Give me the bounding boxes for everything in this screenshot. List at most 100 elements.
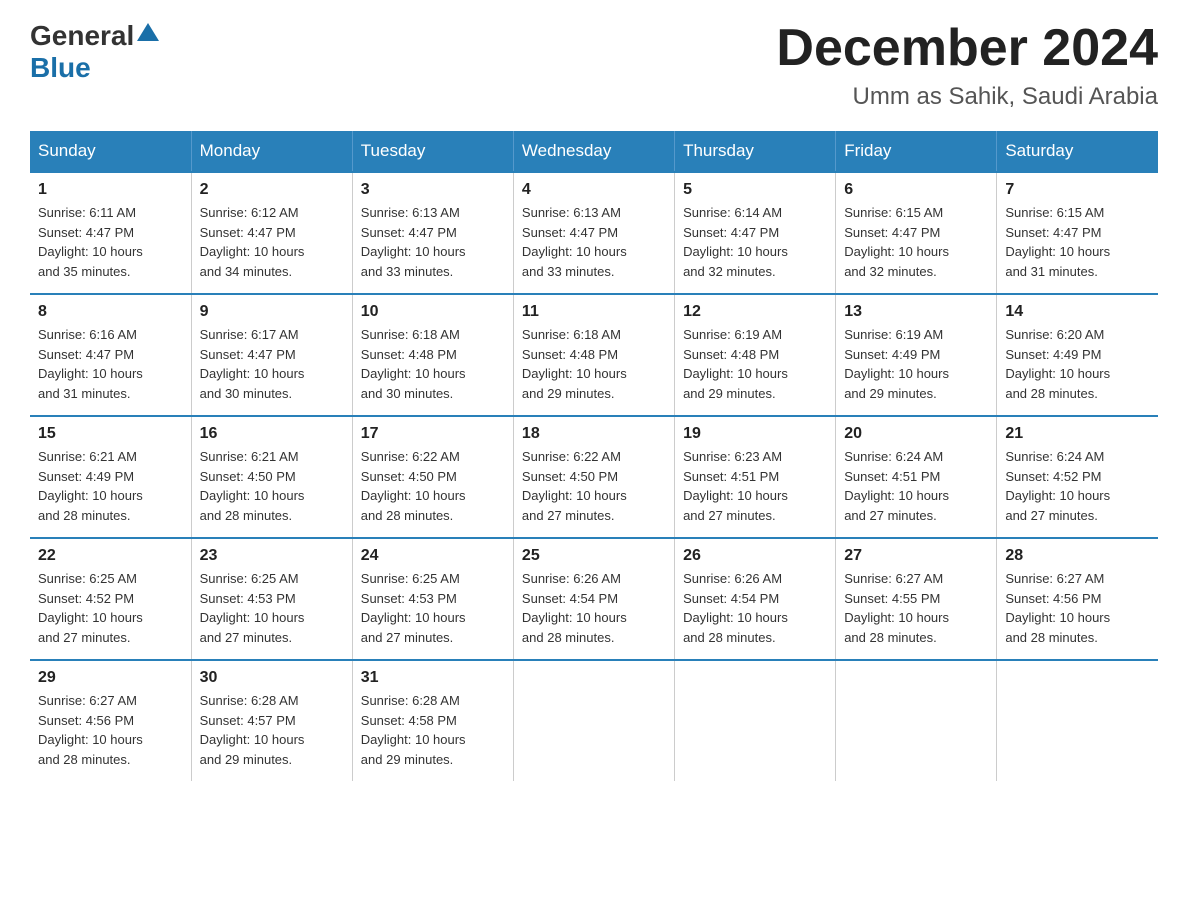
day-info: Sunrise: 6:16 AM Sunset: 4:47 PM Dayligh…	[38, 325, 183, 403]
calendar-week-row: 8 Sunrise: 6:16 AM Sunset: 4:47 PM Dayli…	[30, 294, 1158, 416]
calendar-day-cell: 3 Sunrise: 6:13 AM Sunset: 4:47 PM Dayli…	[352, 172, 513, 294]
calendar-day-cell	[836, 660, 997, 781]
day-number: 21	[1005, 425, 1150, 443]
day-number: 22	[38, 547, 183, 565]
day-info: Sunrise: 6:17 AM Sunset: 4:47 PM Dayligh…	[200, 325, 344, 403]
day-number: 18	[522, 425, 666, 443]
calendar-day-cell: 18 Sunrise: 6:22 AM Sunset: 4:50 PM Dayl…	[513, 416, 674, 538]
calendar-day-cell	[997, 660, 1158, 781]
day-number: 7	[1005, 181, 1150, 199]
logo-blue: Blue	[30, 52, 91, 83]
logo: General Blue	[30, 20, 159, 84]
day-info: Sunrise: 6:11 AM Sunset: 4:47 PM Dayligh…	[38, 203, 183, 281]
day-number: 10	[361, 303, 505, 321]
col-tuesday: Tuesday	[352, 131, 513, 172]
logo-general: General	[30, 20, 134, 52]
calendar-day-cell: 19 Sunrise: 6:23 AM Sunset: 4:51 PM Dayl…	[675, 416, 836, 538]
calendar-day-cell	[675, 660, 836, 781]
calendar-day-cell: 1 Sunrise: 6:11 AM Sunset: 4:47 PM Dayli…	[30, 172, 191, 294]
day-number: 31	[361, 669, 505, 687]
day-number: 9	[200, 303, 344, 321]
day-number: 16	[200, 425, 344, 443]
day-number: 27	[844, 547, 988, 565]
title-section: December 2024 Umm as Sahik, Saudi Arabia	[776, 20, 1158, 111]
day-info: Sunrise: 6:27 AM Sunset: 4:56 PM Dayligh…	[1005, 569, 1150, 647]
calendar-day-cell: 29 Sunrise: 6:27 AM Sunset: 4:56 PM Dayl…	[30, 660, 191, 781]
day-info: Sunrise: 6:14 AM Sunset: 4:47 PM Dayligh…	[683, 203, 827, 281]
day-number: 8	[38, 303, 183, 321]
day-number: 3	[361, 181, 505, 199]
day-number: 25	[522, 547, 666, 565]
day-info: Sunrise: 6:12 AM Sunset: 4:47 PM Dayligh…	[200, 203, 344, 281]
calendar-day-cell: 26 Sunrise: 6:26 AM Sunset: 4:54 PM Dayl…	[675, 538, 836, 660]
day-info: Sunrise: 6:28 AM Sunset: 4:58 PM Dayligh…	[361, 691, 505, 769]
calendar-table: Sunday Monday Tuesday Wednesday Thursday…	[30, 131, 1158, 781]
col-sunday: Sunday	[30, 131, 191, 172]
logo-triangle-icon	[137, 23, 159, 41]
calendar-day-cell: 23 Sunrise: 6:25 AM Sunset: 4:53 PM Dayl…	[191, 538, 352, 660]
calendar-week-row: 29 Sunrise: 6:27 AM Sunset: 4:56 PM Dayl…	[30, 660, 1158, 781]
day-info: Sunrise: 6:15 AM Sunset: 4:47 PM Dayligh…	[1005, 203, 1150, 281]
calendar-day-cell: 30 Sunrise: 6:28 AM Sunset: 4:57 PM Dayl…	[191, 660, 352, 781]
day-info: Sunrise: 6:26 AM Sunset: 4:54 PM Dayligh…	[683, 569, 827, 647]
day-info: Sunrise: 6:13 AM Sunset: 4:47 PM Dayligh…	[361, 203, 505, 281]
day-info: Sunrise: 6:23 AM Sunset: 4:51 PM Dayligh…	[683, 447, 827, 525]
day-number: 26	[683, 547, 827, 565]
calendar-day-cell: 17 Sunrise: 6:22 AM Sunset: 4:50 PM Dayl…	[352, 416, 513, 538]
day-info: Sunrise: 6:18 AM Sunset: 4:48 PM Dayligh…	[522, 325, 666, 403]
day-number: 23	[200, 547, 344, 565]
calendar-day-cell: 4 Sunrise: 6:13 AM Sunset: 4:47 PM Dayli…	[513, 172, 674, 294]
day-number: 4	[522, 181, 666, 199]
calendar-day-cell: 16 Sunrise: 6:21 AM Sunset: 4:50 PM Dayl…	[191, 416, 352, 538]
calendar-day-cell: 8 Sunrise: 6:16 AM Sunset: 4:47 PM Dayli…	[30, 294, 191, 416]
day-number: 5	[683, 181, 827, 199]
day-info: Sunrise: 6:24 AM Sunset: 4:52 PM Dayligh…	[1005, 447, 1150, 525]
calendar-day-cell: 21 Sunrise: 6:24 AM Sunset: 4:52 PM Dayl…	[997, 416, 1158, 538]
day-number: 29	[38, 669, 183, 687]
day-number: 17	[361, 425, 505, 443]
month-title: December 2024	[776, 20, 1158, 77]
day-number: 24	[361, 547, 505, 565]
day-info: Sunrise: 6:19 AM Sunset: 4:49 PM Dayligh…	[844, 325, 988, 403]
day-info: Sunrise: 6:25 AM Sunset: 4:53 PM Dayligh…	[200, 569, 344, 647]
calendar-day-cell: 25 Sunrise: 6:26 AM Sunset: 4:54 PM Dayl…	[513, 538, 674, 660]
day-number: 15	[38, 425, 183, 443]
day-number: 30	[200, 669, 344, 687]
calendar-day-cell: 7 Sunrise: 6:15 AM Sunset: 4:47 PM Dayli…	[997, 172, 1158, 294]
day-info: Sunrise: 6:20 AM Sunset: 4:49 PM Dayligh…	[1005, 325, 1150, 403]
calendar-week-row: 22 Sunrise: 6:25 AM Sunset: 4:52 PM Dayl…	[30, 538, 1158, 660]
day-number: 19	[683, 425, 827, 443]
calendar-day-cell: 27 Sunrise: 6:27 AM Sunset: 4:55 PM Dayl…	[836, 538, 997, 660]
day-info: Sunrise: 6:28 AM Sunset: 4:57 PM Dayligh…	[200, 691, 344, 769]
col-thursday: Thursday	[675, 131, 836, 172]
day-info: Sunrise: 6:26 AM Sunset: 4:54 PM Dayligh…	[522, 569, 666, 647]
calendar-body: 1 Sunrise: 6:11 AM Sunset: 4:47 PM Dayli…	[30, 172, 1158, 781]
page-header: General Blue December 2024 Umm as Sahik,…	[30, 20, 1158, 111]
day-number: 1	[38, 181, 183, 199]
day-number: 28	[1005, 547, 1150, 565]
calendar-day-cell: 12 Sunrise: 6:19 AM Sunset: 4:48 PM Dayl…	[675, 294, 836, 416]
calendar-day-cell: 11 Sunrise: 6:18 AM Sunset: 4:48 PM Dayl…	[513, 294, 674, 416]
day-number: 14	[1005, 303, 1150, 321]
calendar-day-cell: 6 Sunrise: 6:15 AM Sunset: 4:47 PM Dayli…	[836, 172, 997, 294]
day-number: 13	[844, 303, 988, 321]
day-number: 11	[522, 303, 666, 321]
day-info: Sunrise: 6:22 AM Sunset: 4:50 PM Dayligh…	[361, 447, 505, 525]
day-info: Sunrise: 6:15 AM Sunset: 4:47 PM Dayligh…	[844, 203, 988, 281]
col-saturday: Saturday	[997, 131, 1158, 172]
calendar-day-cell: 31 Sunrise: 6:28 AM Sunset: 4:58 PM Dayl…	[352, 660, 513, 781]
col-friday: Friday	[836, 131, 997, 172]
col-wednesday: Wednesday	[513, 131, 674, 172]
day-number: 12	[683, 303, 827, 321]
calendar-day-cell: 20 Sunrise: 6:24 AM Sunset: 4:51 PM Dayl…	[836, 416, 997, 538]
calendar-day-cell: 15 Sunrise: 6:21 AM Sunset: 4:49 PM Dayl…	[30, 416, 191, 538]
calendar-day-cell: 13 Sunrise: 6:19 AM Sunset: 4:49 PM Dayl…	[836, 294, 997, 416]
calendar-day-cell: 2 Sunrise: 6:12 AM Sunset: 4:47 PM Dayli…	[191, 172, 352, 294]
day-number: 20	[844, 425, 988, 443]
day-info: Sunrise: 6:19 AM Sunset: 4:48 PM Dayligh…	[683, 325, 827, 403]
calendar-day-cell: 24 Sunrise: 6:25 AM Sunset: 4:53 PM Dayl…	[352, 538, 513, 660]
calendar-day-cell: 5 Sunrise: 6:14 AM Sunset: 4:47 PM Dayli…	[675, 172, 836, 294]
day-info: Sunrise: 6:27 AM Sunset: 4:56 PM Dayligh…	[38, 691, 183, 769]
calendar-header-row: Sunday Monday Tuesday Wednesday Thursday…	[30, 131, 1158, 172]
calendar-day-cell: 14 Sunrise: 6:20 AM Sunset: 4:49 PM Dayl…	[997, 294, 1158, 416]
